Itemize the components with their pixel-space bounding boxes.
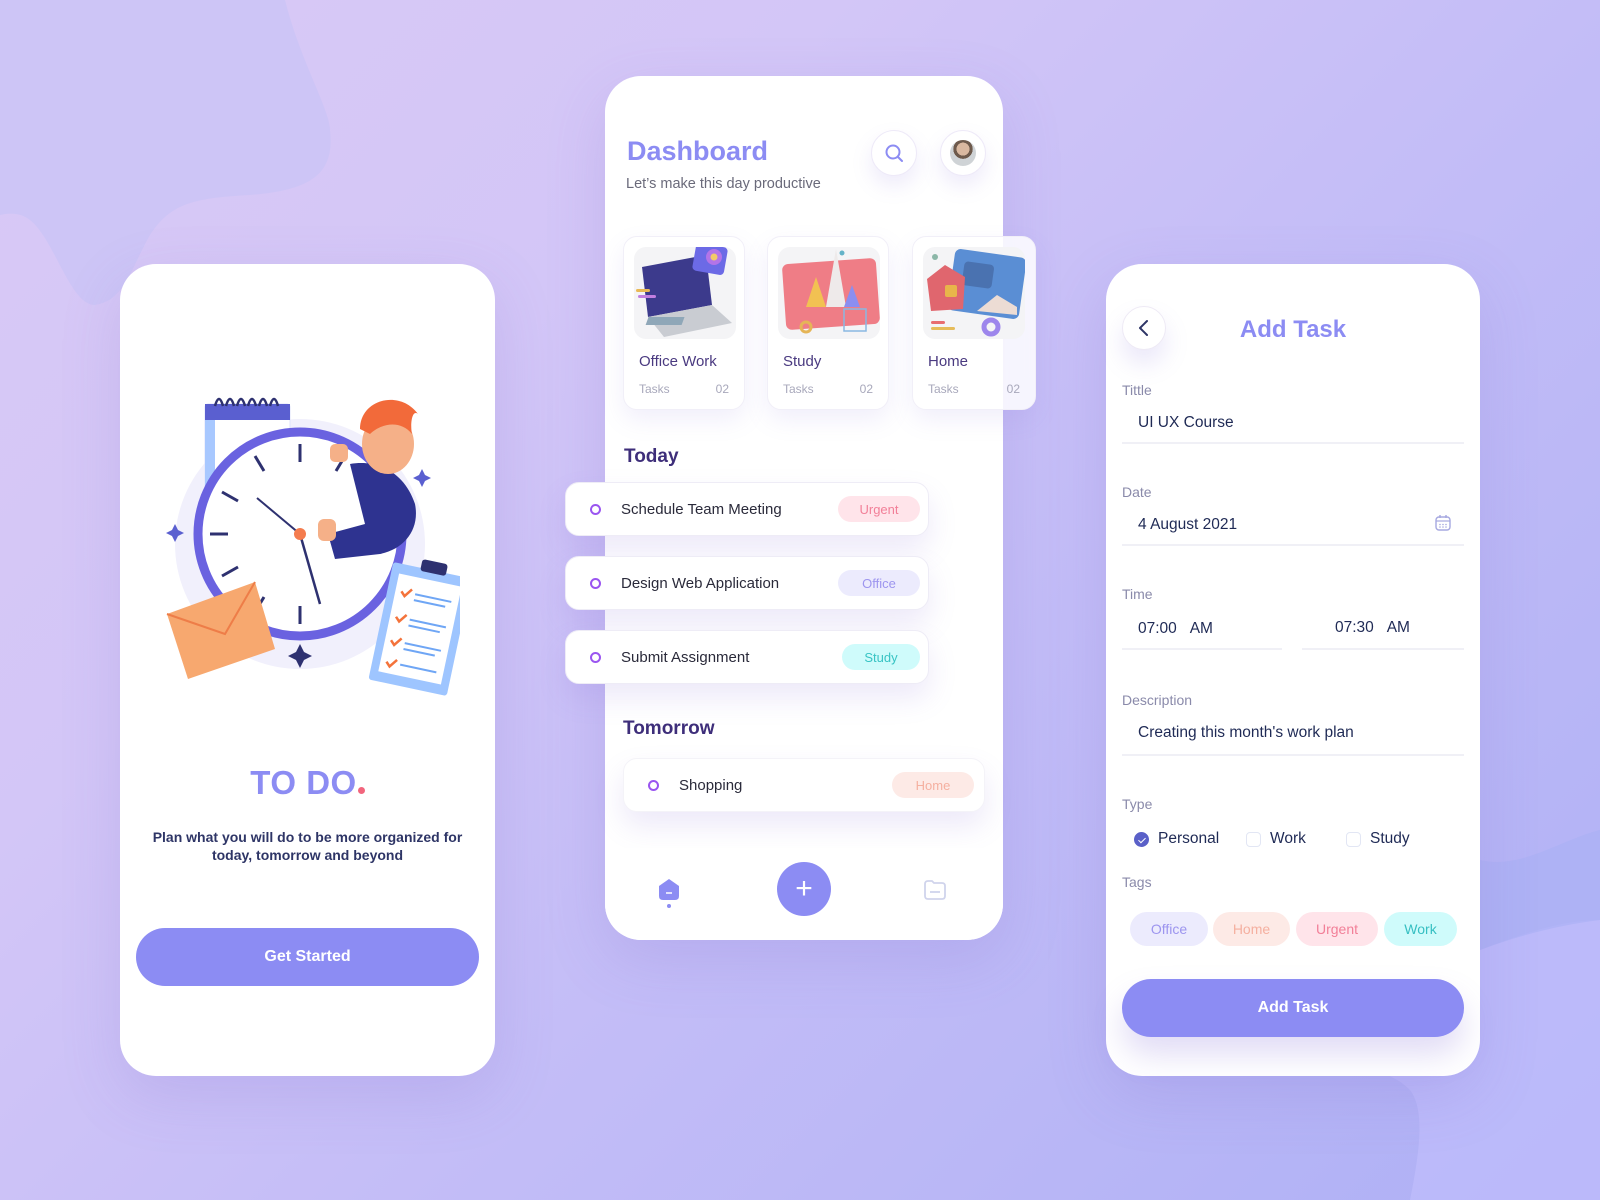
nav-home-button[interactable] — [657, 878, 681, 915]
time-label: Time — [1122, 586, 1153, 602]
nav-folder-button[interactable] — [923, 879, 947, 906]
title-dot — [357, 787, 365, 794]
task-status-circle[interactable] — [590, 503, 601, 515]
home-icon — [659, 879, 679, 908]
title-input[interactable]: UI UX Course — [1138, 414, 1234, 432]
type-option-label: Study — [1370, 830, 1410, 847]
checkbox-checked[interactable] — [1134, 831, 1149, 847]
tag-office[interactable]: Office — [1130, 912, 1208, 946]
category-task-count: 02 — [859, 382, 873, 396]
category-tasks-label: Tasks — [783, 382, 814, 396]
search-button[interactable] — [871, 130, 917, 176]
type-option-personal[interactable]: Personal — [1134, 830, 1219, 848]
date-input[interactable]: 4 August 2021 — [1138, 516, 1237, 534]
page-subtitle: Let’s make this day productive — [626, 176, 821, 192]
category-tasks-label: Tasks — [639, 382, 670, 396]
add-task-fab[interactable]: + — [777, 862, 831, 916]
date-label: Date — [1122, 484, 1152, 500]
checkbox[interactable] — [1246, 831, 1261, 847]
task-title: Shopping — [679, 776, 743, 794]
start-time-value: 07:00 — [1138, 620, 1177, 637]
add-task-button[interactable]: Add Task — [1122, 979, 1464, 1037]
start-time-input[interactable]: 07:00 AM — [1138, 620, 1213, 638]
calendar-icon[interactable] — [1434, 514, 1452, 532]
type-label: Type — [1122, 796, 1153, 812]
type-option-label: Personal — [1158, 830, 1220, 847]
category-name: Study — [783, 353, 822, 370]
type-option-work[interactable]: Work — [1246, 830, 1306, 848]
welcome-screen: TO DO Plan what you will do to be more o… — [120, 264, 495, 1076]
get-started-button[interactable]: Get Started — [136, 928, 479, 986]
tag-home[interactable]: Home — [1213, 912, 1290, 946]
category-name: Home — [928, 353, 969, 370]
tag-urgent[interactable]: Urgent — [1296, 912, 1378, 946]
folder-icon — [924, 880, 946, 900]
category-task-count: 02 — [1006, 382, 1020, 396]
task-tag-home: Home — [892, 772, 974, 798]
task-title: Submit Assignment — [621, 648, 750, 666]
category-card-study[interactable]: Study Tasks 02 — [767, 236, 889, 410]
start-time-period: AM — [1189, 620, 1213, 637]
task-item[interactable]: Schedule Team Meeting Urgent — [565, 482, 929, 536]
category-tasks-label: Tasks — [928, 382, 959, 396]
app-title: TO DO — [120, 764, 495, 802]
search-icon — [885, 144, 903, 162]
envelope-icon — [166, 581, 275, 679]
task-status-circle[interactable] — [590, 577, 601, 589]
task-item[interactable]: Shopping Home — [623, 758, 985, 812]
description-underline — [1122, 754, 1464, 756]
section-today-heading: Today — [624, 446, 679, 467]
date-underline — [1122, 544, 1464, 546]
task-status-circle[interactable] — [590, 651, 601, 663]
category-card-home[interactable]: Home Tasks 02 — [912, 236, 1036, 410]
task-item[interactable]: Design Web Application Office — [565, 556, 929, 610]
type-option-study[interactable]: Study — [1346, 830, 1410, 848]
pyramid-chart-image — [778, 247, 880, 339]
clock-person-illustration — [150, 374, 472, 704]
add-task-screen: Add Task Tittle UI UX Course Date 4 Augu… — [1106, 264, 1480, 1076]
section-tomorrow-heading: Tomorrow — [623, 718, 715, 739]
task-title: Design Web Application — [621, 574, 780, 592]
end-time-value: 07:30 — [1335, 619, 1374, 636]
end-time-underline — [1302, 648, 1464, 650]
task-tag-urgent: Urgent — [838, 496, 920, 522]
avatar — [950, 140, 976, 166]
category-task-count: 02 — [715, 382, 729, 396]
description-label: Description — [1122, 692, 1193, 708]
task-title: Schedule Team Meeting — [621, 500, 782, 518]
dashboard-screen: Dashboard Let’s make this day productive… — [565, 76, 1036, 940]
task-item[interactable]: Submit Assignment Study — [565, 630, 929, 684]
plus-icon: + — [795, 872, 813, 905]
house-window-image — [923, 247, 1027, 339]
category-card-office-work[interactable]: Office Work Tasks 02 — [623, 236, 745, 410]
tags-label: Tags — [1122, 874, 1152, 890]
end-time-period: AM — [1386, 619, 1410, 636]
laptop-image — [634, 243, 736, 339]
welcome-subtitle: Plan what you will do to be more organiz… — [152, 829, 463, 863]
page-title: Add Task — [1239, 316, 1347, 343]
category-name: Office Work — [639, 353, 717, 370]
start-time-underline — [1122, 648, 1282, 650]
checkbox[interactable] — [1346, 831, 1361, 847]
title-underline — [1122, 442, 1464, 444]
task-status-circle[interactable] — [648, 779, 659, 791]
profile-button[interactable] — [940, 130, 986, 176]
type-option-label: Work — [1270, 830, 1306, 847]
task-tag-office: Office — [838, 570, 920, 596]
tag-work[interactable]: Work — [1384, 912, 1457, 946]
page-title: Dashboard — [627, 136, 769, 166]
bottom-navigation: + — [605, 848, 1003, 940]
task-tag-study: Study — [842, 644, 920, 670]
description-input[interactable]: Creating this month's work plan — [1138, 724, 1354, 742]
title-label: Tittle — [1122, 382, 1152, 398]
end-time-input[interactable]: 07:30 AM — [1335, 619, 1410, 637]
